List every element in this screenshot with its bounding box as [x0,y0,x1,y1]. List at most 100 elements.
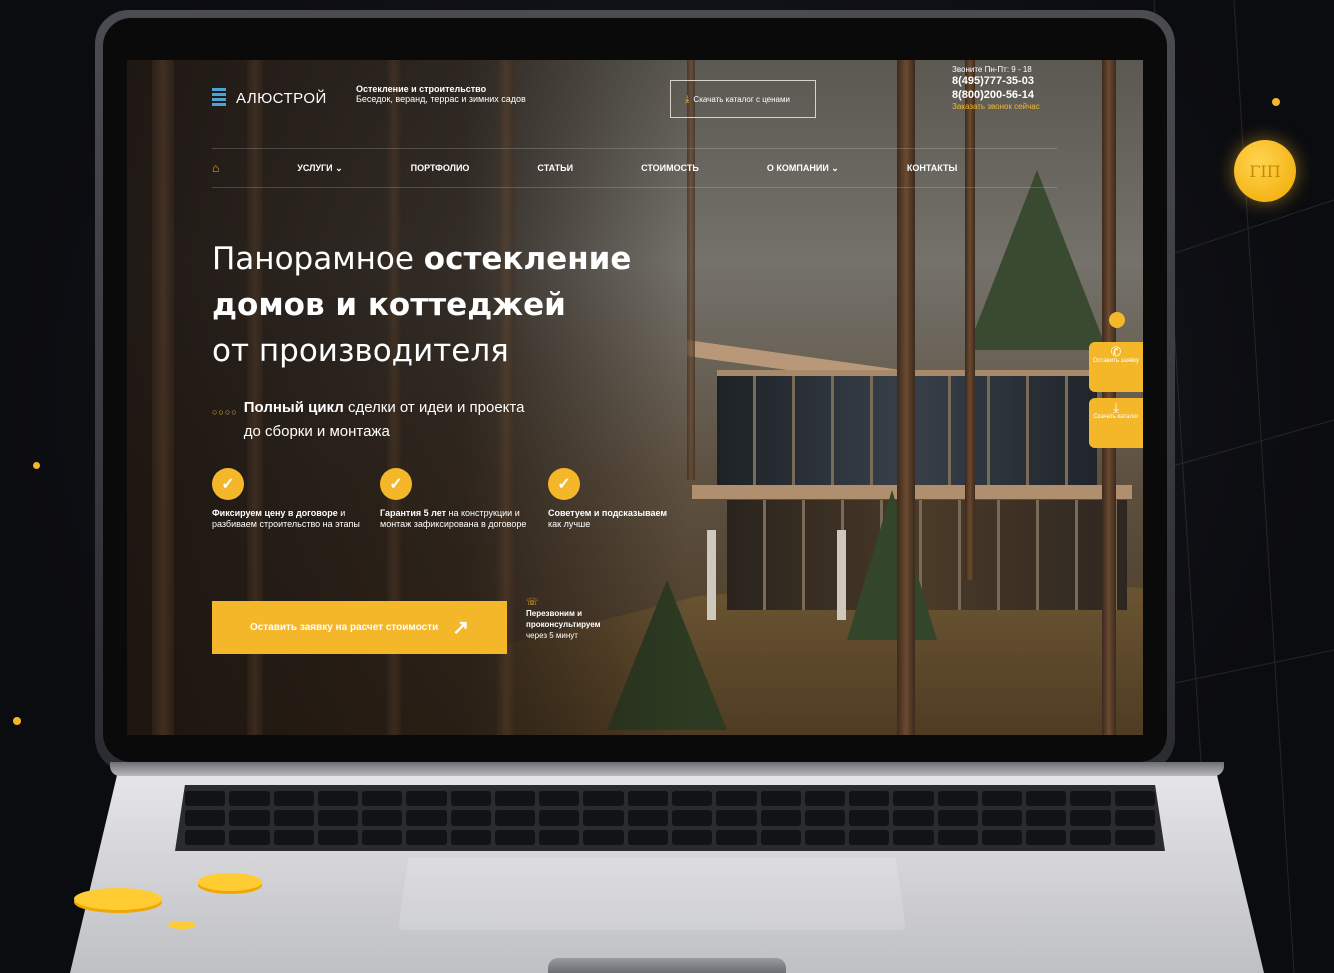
coin-badge-icon: ΓΙΠ [1234,140,1296,202]
work-hours: Звоните Пн-Пт: 9 - 18 [952,65,1032,74]
keyboard-key [450,810,491,826]
download-icon: ⤓ [1113,400,1119,415]
laptop-screen: АЛЮСТРОЙ Остекление и строительство Бесе… [127,60,1143,735]
check-icon: ✓ [548,468,580,500]
site-header: АЛЮСТРОЙ Остекление и строительство Бесе… [212,65,1062,130]
dots-icon: ○○○○ [212,407,238,417]
keyboard-key [1070,791,1111,807]
keyboard-key [760,829,801,845]
feature-item: ✓ Советуем и подсказываем как лучше [548,468,668,530]
home-icon[interactable]: ⌂ [212,161,219,175]
feature-item: ✓ Фиксируем цену в договоре и разбиваем … [212,468,380,530]
check-icon: ✓ [380,468,412,500]
keyboard-key [583,810,624,826]
laptop-notch [548,958,786,973]
callback-link[interactable]: Заказать звонок сейчас [952,102,1092,111]
keyboard-key [937,829,978,845]
keyboard-key [539,829,580,845]
decor-dot [13,717,21,725]
nav-item-articles[interactable]: Статьи [537,163,573,173]
decor-dot [1272,98,1280,106]
keyboard-key [804,791,846,807]
phone-ring-icon: ☏ [526,597,539,608]
keyboard-key [1114,791,1155,807]
keyboard-key [583,791,624,807]
keyboard-key [1070,810,1111,826]
request-quote-button[interactable]: Оставить заявку на расчет стоимости ↗ [212,601,507,654]
keyboard-key [583,829,624,845]
keyboard-key [317,810,359,826]
site-logo[interactable]: АЛЮСТРОЙ [212,88,327,108]
keyboard-key [849,829,890,845]
laptop-hinge [110,762,1224,776]
nav-item-services[interactable]: Услуги ⌄ [297,163,342,174]
keyboard-key [273,810,314,826]
keyboard-key [362,810,403,826]
keyboard-key [716,829,757,845]
keyboard-key [893,829,934,845]
keyboard-key [804,829,846,845]
keyboard-key [539,791,580,807]
nav-item-about[interactable]: О компании ⌄ [767,163,839,174]
keyboard-key [1114,810,1155,826]
keyboard-key [185,810,226,826]
close-icon[interactable] [1109,312,1125,328]
coins-decor-icon [74,873,262,929]
logo-icon [212,88,226,108]
keyboard-key [229,810,270,826]
keyboard-key [1070,829,1111,845]
hero-lead: ○○○○ Полный цикл сделки от идеи и проект… [212,396,524,444]
keyboard-key [273,829,314,845]
tagline-bold: Остекление и строительство [356,84,487,94]
laptop-keyboard [175,785,1165,851]
keyboard-key [981,829,1023,845]
keyboard-key [317,829,359,845]
download-catalog-button[interactable]: ⤓ Скачать каталог с ценами [670,80,816,118]
keyboard-key [406,829,447,845]
side-catalog-button[interactable]: ⤓ Скачать каталог [1089,398,1143,448]
keyboard-key [229,829,270,845]
keyboard-key [1114,829,1155,845]
keyboard-key [1026,791,1067,807]
keyboard-key [672,829,713,845]
check-icon: ✓ [212,468,244,500]
keyboard-key [185,791,226,807]
keyboard-key [937,791,978,807]
keyboard-key [450,829,491,845]
phone-1[interactable]: 8(495)777-35-03 [952,74,1092,88]
laptop-trackpad [398,858,906,930]
side-request-button[interactable]: ✆ Оставить заявку [1089,342,1143,392]
keyboard-key [937,810,978,826]
keyboard-key [494,829,536,845]
keyboard-key [672,791,713,807]
nav-item-portfolio[interactable]: Портфолио [411,163,470,173]
callback-note: ☏ Перезвоним и проконсультируем через 5 … [526,597,626,641]
phone-2[interactable]: 8(800)200-56-14 [952,88,1092,102]
phone-icon: ✆ [1110,344,1122,359]
keyboard-key [1026,829,1067,845]
keyboard-key [804,810,846,826]
keyboard-key [627,810,668,826]
keyboard-key [450,791,491,807]
decor-dot [33,462,40,469]
keyboard-key [362,829,403,845]
keyboard-key [627,791,668,807]
keyboard-key [229,791,270,807]
catalog-button-label: Скачать каталог с ценами [693,94,790,104]
keyboard-key [317,791,359,807]
tagline-rest: Беседок, веранд, террас и зимних садов [356,94,526,104]
nav-item-pricing[interactable]: Стоимость [641,163,699,173]
keyboard-key [494,810,536,826]
keyboard-key [716,810,757,826]
features-list: ✓ Фиксируем цену в договоре и разбиваем … [212,468,668,530]
nav-item-contacts[interactable]: Контакты [907,163,957,173]
keyboard-key [185,829,226,845]
keyboard-key [849,791,890,807]
keyboard-key [760,810,801,826]
contacts-block: Звоните Пн-Пт: 9 - 18 8(495)777-35-03 8(… [952,65,1092,111]
tree-trunk [965,60,975,580]
keyboard-key [981,810,1023,826]
keyboard-key [849,810,890,826]
keyboard-key [1026,810,1067,826]
keyboard-key [539,810,580,826]
